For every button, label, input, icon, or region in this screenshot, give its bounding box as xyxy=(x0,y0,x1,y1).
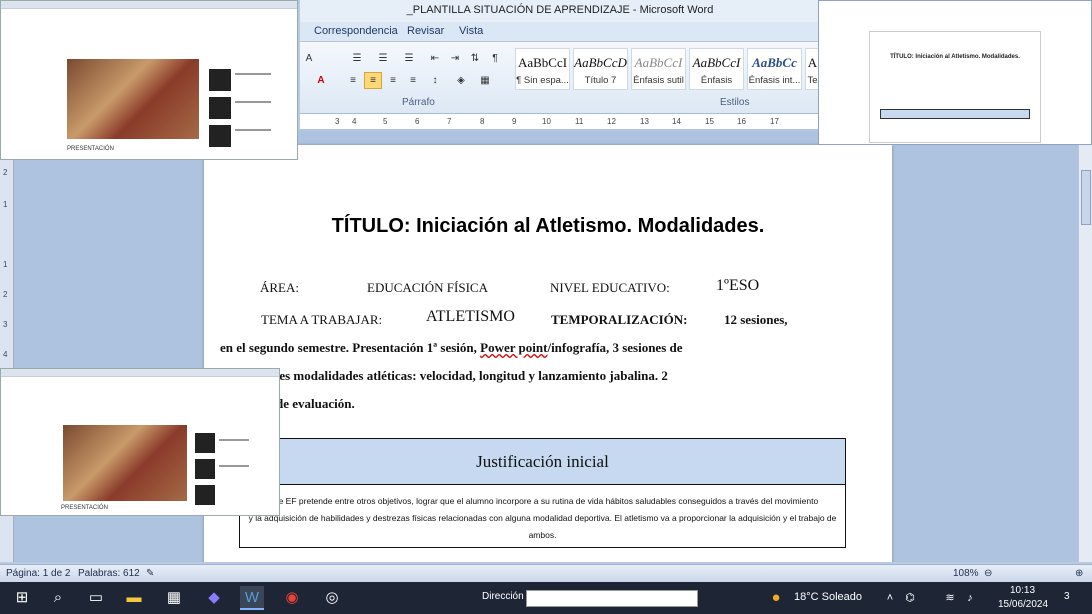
tema-value: ATLETISMO xyxy=(426,308,515,325)
start-icon[interactable]: ⊞ xyxy=(10,586,34,610)
increase-indent-icon[interactable]: ⇥ xyxy=(446,50,464,67)
borders-icon[interactable]: ▦ xyxy=(476,72,494,89)
task-view-icon[interactable]: ▭ xyxy=(84,586,108,610)
status-bar: Página: 1 de 2 Palabras: 612 ✎ 108% ⊖ ⊕ xyxy=(0,564,1092,582)
search-icon[interactable]: ⌕ xyxy=(46,586,70,610)
zoom-out-icon[interactable]: ⊖ xyxy=(984,568,992,579)
temporalizacion-value: 12 sesiones, xyxy=(724,312,788,327)
word-count[interactable]: Palabras: 612 xyxy=(78,568,140,579)
notification-badge[interactable]: 3 xyxy=(1064,591,1070,602)
style-titulo-7[interactable]: AaBbCcD Título 7 xyxy=(573,48,628,90)
thumbnail-page: TÍTULO: Iniciación al Atletismo. Modalid… xyxy=(869,31,1041,143)
justificacion-box: Justificación inicial a de EF pretende e… xyxy=(239,438,846,548)
decrease-indent-icon[interactable]: ⇤ xyxy=(426,50,444,67)
area-label: ÁREA: xyxy=(260,280,299,295)
align-left-icon[interactable]: ≡ xyxy=(344,72,362,89)
sort-icon[interactable]: ⇅ xyxy=(466,50,484,67)
word-icon[interactable]: W xyxy=(240,586,264,610)
tab-vista[interactable]: Vista xyxy=(459,25,483,37)
browser-thumbnail-bottom[interactable]: PRESENTACIÓN xyxy=(0,368,280,516)
network-icon[interactable]: ⌬ xyxy=(898,586,922,610)
font-size-arrow-icon[interactable]: A xyxy=(300,50,318,67)
nivel-value: 1ºESO xyxy=(716,277,760,294)
justificacion-heading: Justificación inicial xyxy=(240,439,845,485)
calculator-icon[interactable]: ▦ xyxy=(162,586,186,610)
screen-recorder-icon[interactable]: ◎ xyxy=(320,586,344,610)
style-enfasis[interactable]: AaBbCcI Énfasis xyxy=(689,48,744,90)
browser-caption: PRESENTACIÓN xyxy=(67,146,114,152)
align-right-icon[interactable]: ≡ xyxy=(384,72,402,89)
justificacion-body: a de EF pretende entre otros objetivos, … xyxy=(248,496,837,540)
app-icon[interactable]: ◆ xyxy=(202,586,226,610)
line-spacing-icon[interactable]: ↕ xyxy=(426,72,444,89)
window-title: _PLANTILLA SITUACIÓN DE APRENDIZAJE - Mi… xyxy=(406,4,714,16)
group-label-estilos: Estilos xyxy=(720,97,750,108)
thumbnail-title: TÍTULO: Iniciación al Atletismo. Modalid… xyxy=(890,54,1020,60)
sprinter-photo xyxy=(67,59,199,139)
tab-revisar[interactable]: Revisar xyxy=(407,25,444,37)
tab-correspondencia[interactable]: Correspondencia xyxy=(314,25,398,37)
document-title: TÍTULO: Iniciación al Atletismo. Modalid… xyxy=(331,215,765,237)
ribbon: A A ☰ ☰ ☰ ⇤ ⇥ ⇅ ¶ ≡ ≡ ≡ ≡ ↕ ◈ ▦ Párrafo … xyxy=(300,42,820,114)
address-input[interactable] xyxy=(526,590,698,607)
chrome-icon[interactable]: ◉ xyxy=(280,586,304,610)
weather-text[interactable]: 18°C Soleado xyxy=(794,591,862,603)
vertical-scrollbar[interactable] xyxy=(1078,145,1092,562)
shading-icon[interactable]: ◈ xyxy=(452,72,470,89)
document-page[interactable]: TÍTULO: Iniciación al Atletismo. Modalid… xyxy=(204,145,892,562)
body-line-3: en el segundo semestre. Presentación 1ª … xyxy=(220,340,683,355)
horizontal-ruler[interactable]: 3 4 5 6 7 8 9 10 11 12 13 14 15 16 17 xyxy=(300,114,820,130)
title-bar: _PLANTILLA SITUACIÓN DE APRENDIZAJE - Mi… xyxy=(300,0,820,22)
weather-icon: ● xyxy=(771,589,781,606)
page-count[interactable]: Página: 1 de 2 xyxy=(6,568,71,579)
taskbar: ⊞ ⌕ ▭ ▬ ▦ ◆ W ◉ ◎ Dirección ● 18°C Solea… xyxy=(0,582,1092,614)
zoom-level[interactable]: 108% xyxy=(953,568,979,579)
numbering-icon[interactable]: ☰ xyxy=(374,50,392,67)
body-line-4: entes modalidades atléticas: velocidad, … xyxy=(262,368,668,383)
multilevel-list-icon[interactable]: ☰ xyxy=(400,50,418,67)
zoom-in-icon[interactable]: ⊕ xyxy=(1075,568,1083,579)
ribbon-tabs: Correspondencia Revisar Vista xyxy=(300,22,820,42)
address-label: Dirección xyxy=(482,591,524,602)
style-sin-espaciado[interactable]: AaBbCcI ¶ Sin espa... xyxy=(515,48,570,90)
font-color-icon[interactable]: A xyxy=(312,72,330,89)
area-value: EDUCACIÓN FÍSICA xyxy=(367,280,488,295)
show-marks-icon[interactable]: ¶ xyxy=(486,50,504,67)
nivel-label: NIVEL EDUCATIVO: xyxy=(550,280,670,295)
align-center-icon[interactable]: ≡ xyxy=(364,72,382,89)
temporalizacion-label: TEMPORALIZACIÓN: xyxy=(551,312,688,327)
browser-caption-2: PRESENTACIÓN xyxy=(61,505,108,511)
clock-date[interactable]: 15/06/2024 xyxy=(998,599,1048,610)
justify-icon[interactable]: ≡ xyxy=(404,72,422,89)
thumbnail-box xyxy=(880,109,1030,119)
volume-icon[interactable]: ♪ xyxy=(958,586,982,610)
spellcheck-icon[interactable]: ✎ xyxy=(146,568,154,579)
clock-time[interactable]: 10:13 xyxy=(1010,585,1035,596)
sprinter-photo-2 xyxy=(63,425,187,501)
tema-label: TEMA A TRABAJAR: xyxy=(261,312,383,327)
body-line-5: de evaluación. xyxy=(276,396,355,411)
bullets-icon[interactable]: ☰ xyxy=(348,50,366,67)
file-explorer-icon[interactable]: ▬ xyxy=(122,586,146,610)
word-window-thumbnail[interactable]: TÍTULO: Iniciación al Atletismo. Modalid… xyxy=(818,0,1092,145)
style-enfasis-intenso[interactable]: AaBbCc Énfasis int... xyxy=(747,48,802,90)
scrollbar-thumb[interactable] xyxy=(1081,170,1091,225)
group-label-parrafo: Párrafo xyxy=(402,97,435,108)
browser-thumbnail-top[interactable]: PRESENTACIÓN xyxy=(0,0,298,160)
style-enfasis-sutil[interactable]: AaBbCcI Énfasis sutil xyxy=(631,48,686,90)
